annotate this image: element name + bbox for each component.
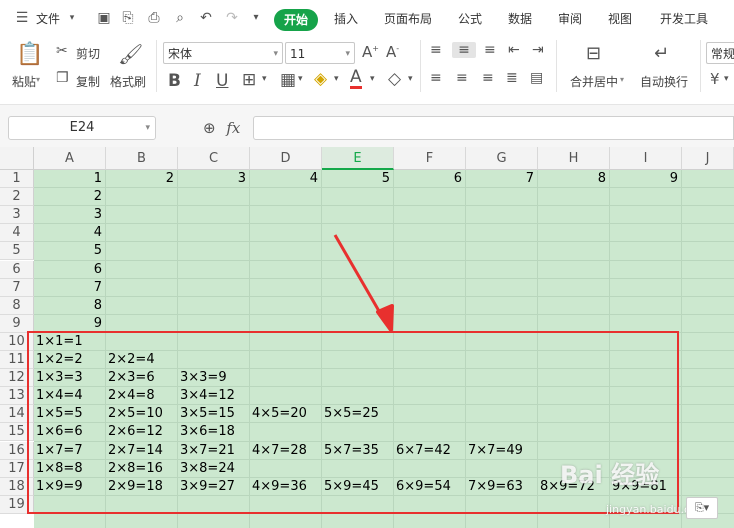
paste-options-icon[interactable]: ⎘▾ [686, 497, 718, 519]
baidu-watermark-logo: Bai 经验 [560, 461, 660, 489]
